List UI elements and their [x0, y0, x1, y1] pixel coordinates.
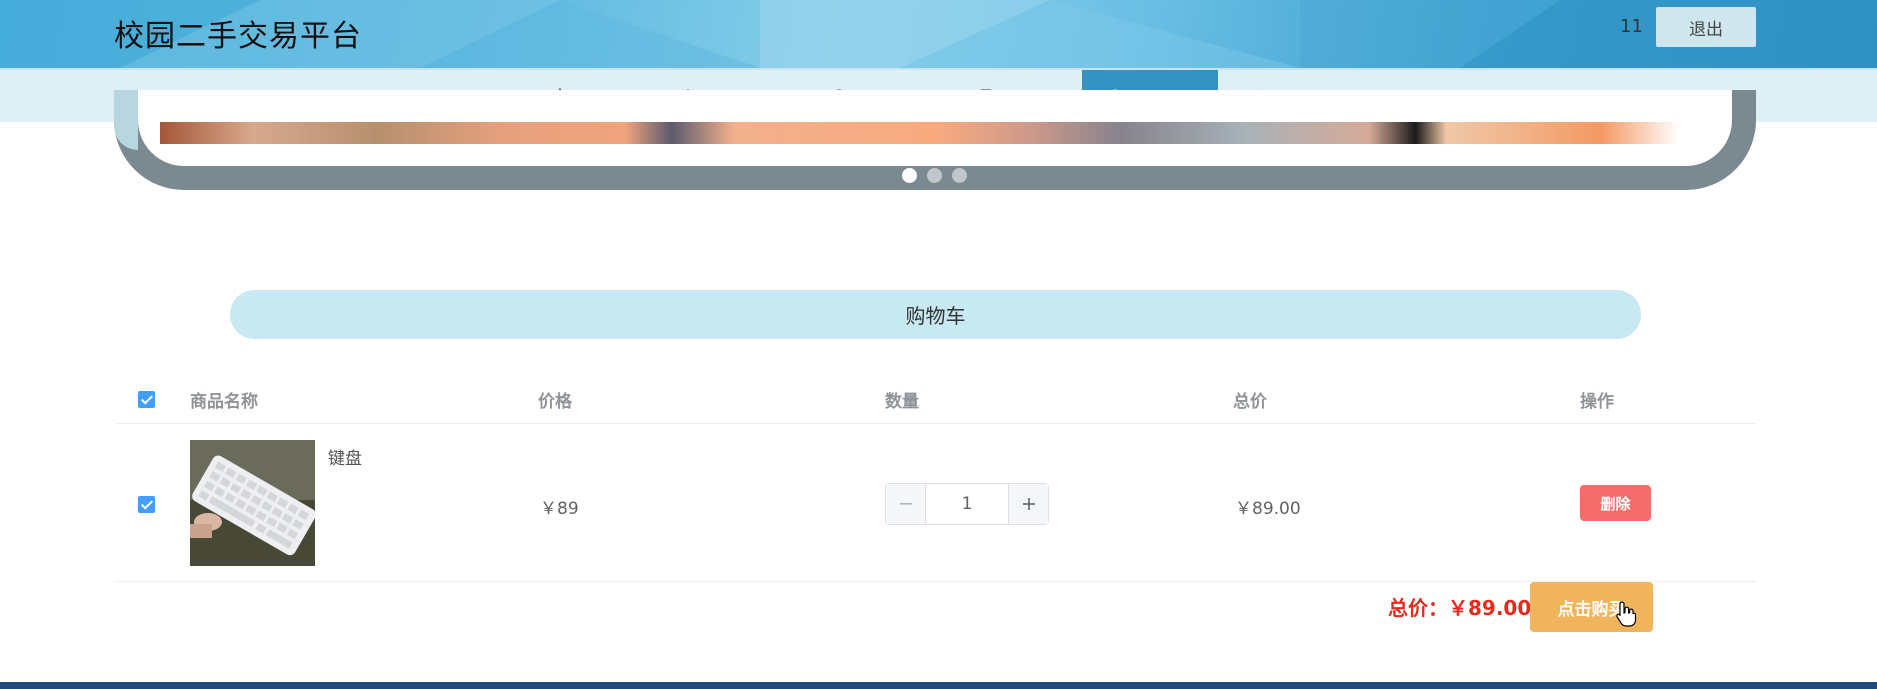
carousel-dot[interactable]	[902, 168, 917, 183]
quantity-input[interactable]	[927, 484, 1007, 524]
carousel-dot[interactable]	[952, 168, 967, 183]
column-header-quantity: 数量	[885, 391, 919, 412]
product-price: ￥89	[540, 499, 579, 519]
select-all-checkbox[interactable]	[138, 391, 155, 408]
cart-section-title: 购物车	[230, 290, 1641, 339]
column-header-price: 价格	[538, 391, 572, 412]
carousel-image	[160, 122, 1710, 144]
product-subtotal: ￥89.00	[1235, 499, 1301, 519]
logout-button[interactable]: 退出	[1656, 7, 1756, 47]
carousel-indicators	[902, 168, 967, 183]
keyboard-image	[190, 440, 315, 566]
cart-table-header: 商品名称 价格 数量 总价 操作	[114, 374, 1756, 424]
column-header-name: 商品名称	[190, 391, 258, 412]
column-header-actions: 操作	[1580, 391, 1614, 412]
item-checkbox[interactable]	[138, 496, 155, 513]
product-name: 键盘	[328, 449, 362, 469]
carousel-dot[interactable]	[927, 168, 942, 183]
hand-cursor-icon	[1616, 601, 1637, 627]
product-thumbnail[interactable]	[190, 440, 315, 566]
quantity-stepper	[885, 483, 1049, 525]
minus-icon	[899, 503, 912, 505]
decrease-button[interactable]	[886, 484, 926, 524]
increase-button[interactable]	[1008, 484, 1048, 524]
grand-total: 总价：￥89.00	[1388, 596, 1532, 620]
site-header: 校园二手交易平台 11 退出	[0, 0, 1877, 68]
username-label: 11	[1620, 16, 1643, 37]
plus-icon	[1022, 498, 1035, 510]
footer-bar	[0, 682, 1877, 689]
delete-button[interactable]: 删除	[1580, 485, 1651, 521]
column-header-subtotal: 总价	[1233, 391, 1267, 412]
site-title: 校园二手交易平台	[114, 19, 362, 54]
